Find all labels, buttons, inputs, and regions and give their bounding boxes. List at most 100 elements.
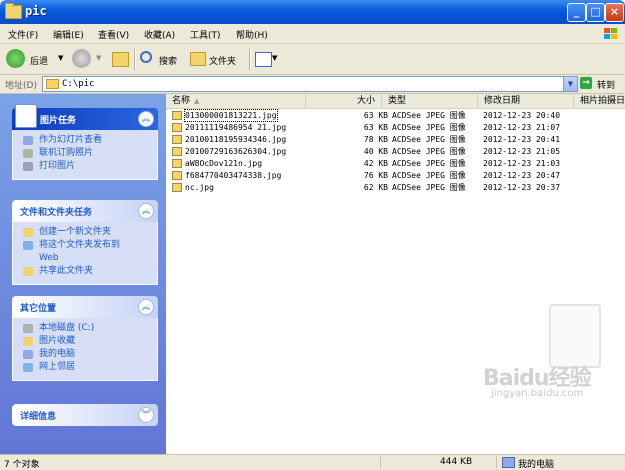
file-row[interactable]: 20111119486954 21.jpg 63 KB ACDSee JPEG …	[166, 122, 625, 133]
column-label: 类型	[388, 96, 407, 106]
file-type: ACDSee JPEG 图像	[392, 123, 466, 132]
disk-icon	[23, 324, 33, 333]
file-row[interactable]: aW8OcDov121n.jpg 42 KB ACDSee JPEG 图像 20…	[166, 158, 625, 169]
details-header[interactable]: 详细信息 ︾	[12, 404, 158, 426]
task-publish-web-cont[interactable]: Web	[13, 252, 157, 265]
back-label: 后退	[30, 57, 49, 67]
place-label: 本地磁盘 (C:)	[39, 323, 95, 333]
file-date: 2012-12-23 20:47	[483, 171, 561, 180]
up-folder-button[interactable]	[110, 49, 130, 69]
address-input[interactable]: C:\pic ▼	[42, 76, 578, 92]
folders-button[interactable]: 文件夹	[190, 49, 246, 69]
column-date-taken[interactable]: 相片拍摄日	[574, 94, 625, 108]
file-tasks-panel: 文件和文件夹任务 ︽ 创建一个新文件夹 将这个文件夹发布到 Web 共享此文件夹	[12, 200, 158, 285]
expand-chevron-icon[interactable]: ︾	[138, 407, 154, 423]
watermark: Baidu经验 jingyan.baidu.com	[483, 348, 603, 408]
task-publish-web[interactable]: 将这个文件夹发布到	[13, 239, 157, 252]
column-modified[interactable]: 修改日期	[478, 94, 574, 108]
place-local-disk[interactable]: 本地磁盘 (C:)	[13, 322, 157, 335]
my-computer-icon	[502, 457, 515, 468]
forward-dropdown-icon[interactable]: ▼	[96, 54, 101, 62]
column-label: 大小	[356, 96, 375, 106]
back-button[interactable]: 后退 ▼	[6, 49, 68, 69]
task-order-prints[interactable]: 联机订购照片	[13, 147, 157, 160]
menu-help[interactable]: 帮助(H)	[236, 28, 268, 41]
close-button[interactable]: ×	[605, 3, 624, 22]
network-icon	[23, 363, 33, 372]
column-label: 名称	[172, 96, 191, 106]
minimize-button[interactable]: _	[567, 3, 586, 22]
up-folder-icon	[112, 52, 129, 67]
folder-icon	[5, 3, 22, 19]
other-places-header[interactable]: 其它位置 ︽	[12, 296, 158, 318]
task-slideshow[interactable]: 作为幻灯片查看	[13, 134, 157, 147]
collapse-chevron-icon[interactable]: ︽	[138, 203, 154, 219]
status-object-count: 7 个对象	[4, 460, 40, 470]
back-dropdown-icon[interactable]: ▼	[58, 54, 63, 62]
address-dropdown-icon[interactable]: ▼	[563, 77, 577, 91]
file-row[interactable]: 20100729163626304.jpg 40 KB ACDSee JPEG …	[166, 146, 625, 157]
printer-icon	[23, 162, 33, 171]
file-size: 63 KB	[363, 123, 388, 132]
collapse-chevron-icon[interactable]: ︽	[138, 111, 154, 127]
other-places-panel: 其它位置 ︽ 本地磁盘 (C:) 图片收藏 我的电脑 网上邻居	[12, 296, 158, 381]
column-type[interactable]: 类型	[382, 94, 478, 108]
menu-file[interactable]: 文件(F)	[8, 28, 38, 41]
file-size: 63 KB	[363, 111, 388, 120]
views-icon	[255, 52, 272, 67]
task-new-folder[interactable]: 创建一个新文件夹	[13, 226, 157, 239]
menu-edit[interactable]: 编辑(E)	[53, 28, 84, 41]
jpeg-file-icon	[172, 183, 182, 192]
place-network[interactable]: 网上邻居	[13, 361, 157, 374]
place-my-pictures[interactable]: 图片收藏	[13, 335, 157, 348]
go-button[interactable]: 转到	[597, 78, 615, 91]
file-row[interactable]: 013000001813221.jpg 63 KB ACDSee JPEG 图像…	[166, 109, 625, 122]
search-button[interactable]: 搜索	[140, 49, 184, 69]
task-label: 作为幻灯片查看	[39, 135, 103, 145]
back-arrow-icon	[6, 49, 25, 68]
file-row[interactable]: f684770403474338.jpg 76 KB ACDSee JPEG 图…	[166, 170, 625, 181]
my-pictures-icon	[23, 337, 33, 346]
views-button[interactable]: ▼	[255, 49, 281, 69]
task-label: 创建一个新文件夹	[39, 227, 112, 237]
column-name[interactable]: 名称 ▲	[166, 94, 306, 108]
file-type: ACDSee JPEG 图像	[392, 171, 466, 180]
file-size: 78 KB	[363, 135, 388, 144]
file-tasks-header[interactable]: 文件和文件夹任务 ︽	[12, 200, 158, 222]
my-computer-icon	[23, 350, 33, 359]
title-bar: pic _ □ ×	[0, 0, 625, 24]
task-share-folder[interactable]: 共享此文件夹	[13, 265, 157, 278]
place-my-computer[interactable]: 我的电脑	[13, 348, 157, 361]
order-prints-icon	[23, 149, 33, 158]
file-size: 62 KB	[363, 183, 388, 192]
file-name: 20100729163626304.jpg	[185, 147, 287, 156]
go-arrow-icon[interactable]: →	[580, 77, 592, 89]
jpeg-file-icon	[172, 123, 182, 132]
menu-view[interactable]: 查看(V)	[98, 28, 129, 41]
details-title: 详细信息	[20, 412, 57, 422]
file-name: f684770403474338.jpg	[185, 171, 282, 180]
search-label: 搜索	[159, 57, 178, 67]
status-size: 444 KB	[440, 457, 473, 467]
menu-tools[interactable]: 工具(T)	[190, 28, 221, 41]
status-divider	[380, 456, 381, 468]
file-type: ACDSee JPEG 图像	[392, 183, 466, 192]
publish-web-icon	[23, 241, 33, 250]
address-value: C:\pic	[62, 79, 95, 89]
watermark-url: jingyan.baidu.com	[491, 388, 584, 399]
picture-tasks-header[interactable]: 图片任务 ︽	[12, 104, 158, 130]
task-label: 将这个文件夹发布到	[39, 240, 121, 250]
column-size[interactable]: 大小	[306, 94, 382, 108]
task-print[interactable]: 打印图片	[13, 160, 157, 173]
status-location: 我的电脑	[518, 460, 555, 470]
file-row[interactable]: nc.jpg 62 KB ACDSee JPEG 图像 2012-12-23 2…	[166, 182, 625, 193]
menu-favorites[interactable]: 收藏(A)	[144, 28, 175, 41]
collapse-chevron-icon[interactable]: ︽	[138, 299, 154, 315]
place-label: 图片收藏	[39, 336, 76, 346]
file-row[interactable]: 20100118195934346.jpg 78 KB ACDSee JPEG …	[166, 134, 625, 145]
maximize-button[interactable]: □	[586, 3, 605, 22]
file-name: aW8OcDov121n.jpg	[185, 159, 263, 168]
forward-button[interactable]: ▼	[72, 49, 106, 69]
share-folder-icon	[23, 267, 33, 276]
jpeg-file-icon	[172, 135, 182, 144]
